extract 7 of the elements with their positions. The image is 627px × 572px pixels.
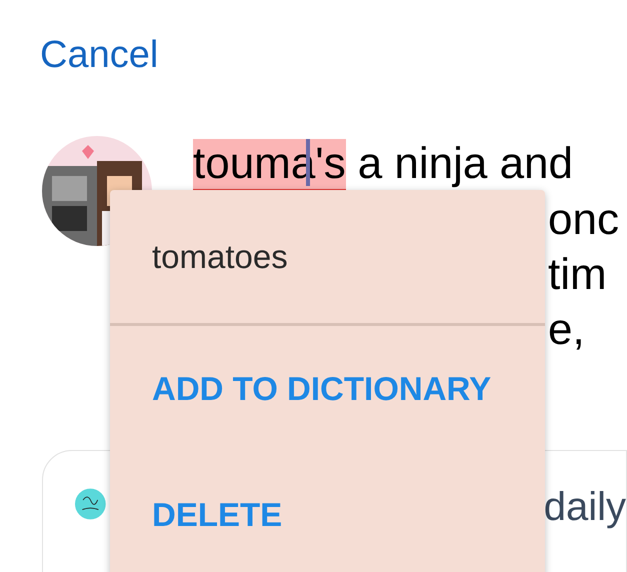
card-text: daily	[544, 485, 626, 529]
post-text: e,	[548, 304, 586, 356]
post-text: onc	[548, 194, 619, 246]
post-text: tim	[548, 249, 608, 301]
cancel-button[interactable]: Cancel	[40, 34, 158, 76]
post-text: a ninja and	[358, 138, 573, 190]
suggestion-item[interactable]: tomatoes	[110, 190, 545, 326]
